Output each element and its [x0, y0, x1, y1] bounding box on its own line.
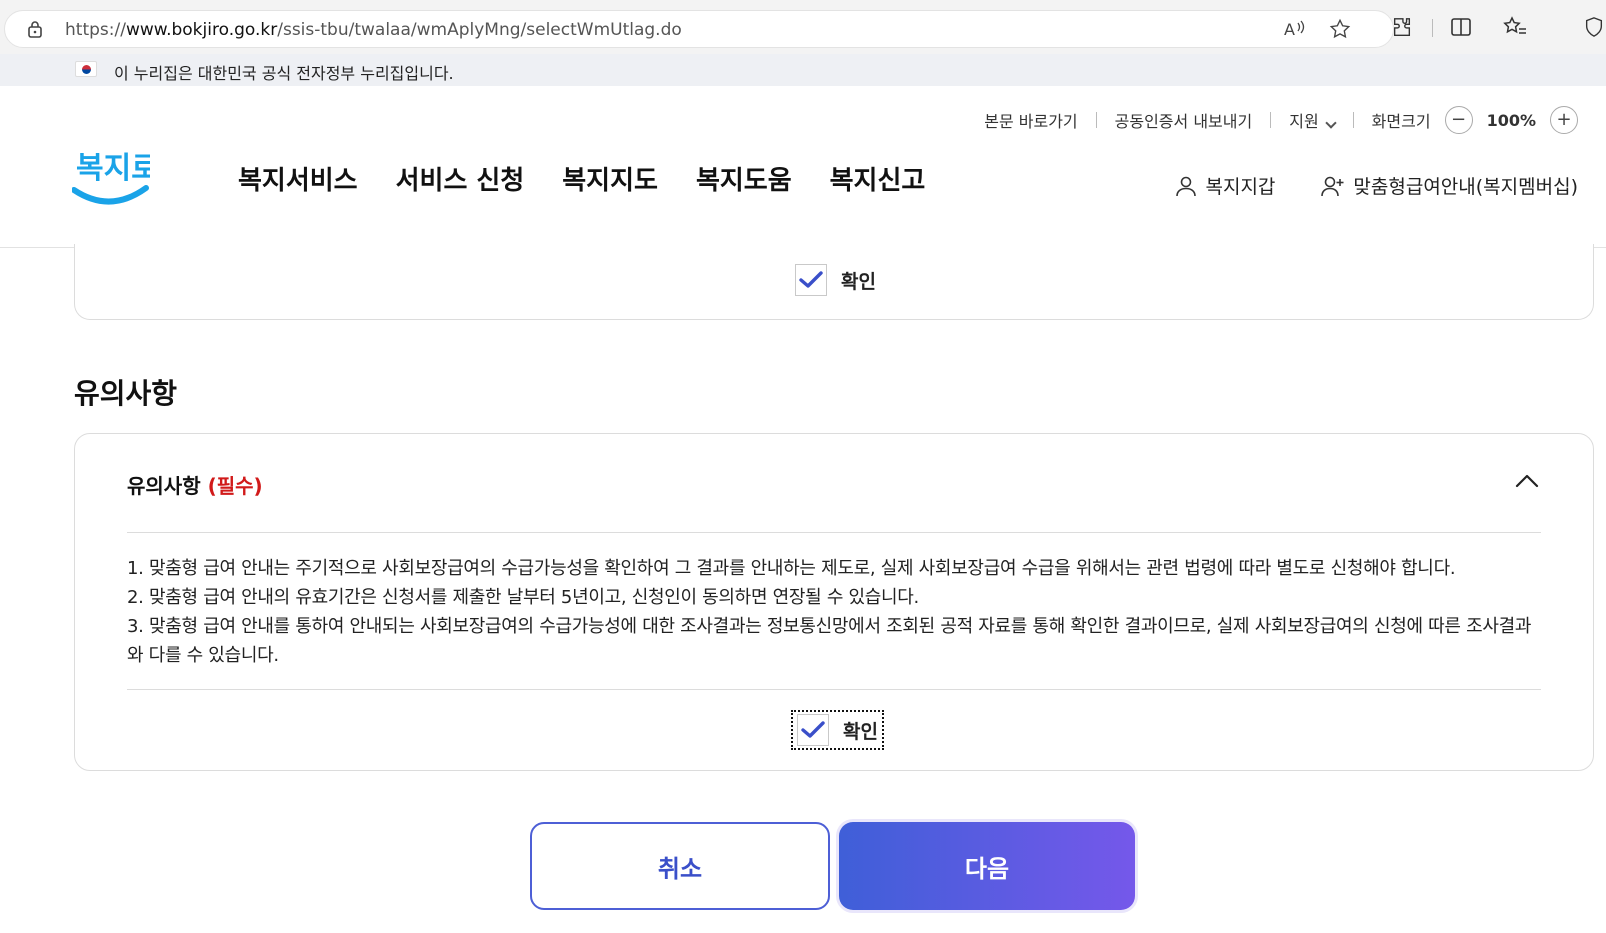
previous-confirm-checkbox[interactable]: 확인 — [795, 264, 876, 296]
nav-welfare-help[interactable]: 복지도움 — [696, 160, 792, 197]
checkmark-icon — [799, 271, 823, 288]
notice-confirm-checkbox[interactable]: 확인 — [791, 710, 884, 750]
header-side-links: 복지지갑 맞춤형급여안내(복지멤버십) — [1175, 172, 1578, 199]
browser-toolbar: https://www.bokjiro.go.kr/ssis-tbu/twala… — [0, 0, 1606, 54]
address-bar[interactable]: https://www.bokjiro.go.kr/ssis-tbu/twala… — [4, 10, 1394, 48]
read-aloud-icon[interactable]: A — [1279, 14, 1309, 44]
bokjiro-logo[interactable]: 복지로 — [72, 144, 150, 210]
welfare-wallet-link[interactable]: 복지지갑 — [1175, 172, 1275, 199]
zoom-out-button[interactable]: − — [1444, 106, 1473, 134]
util-separator — [1270, 112, 1272, 128]
export-cert-link[interactable]: 공동인증서 내보내기 — [1115, 108, 1253, 132]
url-host: www.bokjiro.go.kr — [125, 20, 278, 40]
skip-to-main-link[interactable]: 본문 바로가기 — [984, 108, 1077, 132]
nav-welfare-report[interactable]: 복지신고 — [830, 160, 926, 197]
notice-card: 유의사항 (필수) 1. 맞춤형 급여 안내는 주기적으로 사회보장급여의 수급… — [74, 433, 1594, 771]
url-prefix: https:// — [65, 20, 126, 40]
consent-card-previous: 확인 — [74, 244, 1594, 320]
favorite-star-icon[interactable] — [1325, 14, 1355, 44]
notice-title: 유의사항 (필수) — [127, 470, 263, 499]
support-dropdown[interactable]: 지원 — [1289, 108, 1337, 132]
divider — [127, 532, 1541, 533]
user-plus-icon — [1321, 176, 1344, 196]
notice-item-3: 3. 맞춤형 급여 안내를 통하여 안내되는 사회보장급여의 수급가능성에 대한… — [127, 616, 1532, 666]
notice-title-text: 유의사항 — [127, 474, 201, 498]
checkbox-label: 확인 — [843, 720, 878, 743]
nav-service-apply[interactable]: 서비스 신청 — [396, 160, 525, 197]
util-separator — [1352, 112, 1354, 128]
notice-item-1: 1. 맞춤형 급여 안내는 주기적으로 사회보장급여의 수급가능성을 확인하여 … — [127, 558, 1456, 579]
screen-size-label: 화면크기 — [1371, 112, 1431, 131]
chevron-up-icon[interactable] — [1515, 474, 1539, 488]
url-path: /ssis-tbu/twalaa/wmAplyMng/selectWmUtlag… — [277, 20, 682, 40]
section-title: 유의사항 — [74, 377, 178, 410]
welfare-wallet-label: 복지지갑 — [1205, 176, 1276, 198]
checkbox[interactable] — [795, 264, 827, 296]
main-nav: 복지서비스 서비스 신청 복지지도 복지도움 복지신고 — [238, 160, 925, 197]
util-separator — [1095, 112, 1097, 128]
url-text: https://www.bokjiro.go.kr/ssis-tbu/twala… — [65, 20, 682, 40]
checkmark-icon — [801, 721, 825, 738]
gov-banner-text: 이 누리집은 대한민국 공식 전자정부 누리집입니다. — [114, 64, 454, 83]
gov-banner: 이 누리집은 대한민국 공식 전자정부 누리집입니다. — [0, 54, 1606, 86]
checkbox[interactable] — [797, 714, 829, 746]
support-label: 지원 — [1289, 112, 1319, 131]
browser-essentials-icon[interactable] — [1582, 12, 1606, 42]
next-button[interactable]: 다음 — [839, 822, 1135, 910]
membership-link[interactable]: 맞춤형급여안내(복지멤버십) — [1321, 172, 1578, 199]
divider — [127, 689, 1541, 690]
checkbox-label: 확인 — [841, 270, 876, 293]
logo-text: 복지로 — [76, 151, 150, 186]
chevron-down-icon — [1325, 117, 1337, 129]
extensions-icon[interactable] — [1387, 12, 1417, 42]
korea-flag-icon — [75, 61, 97, 77]
site-header: 본문 바로가기 공동인증서 내보내기 지원 화면크기 − 100% + 복지로 … — [0, 86, 1606, 248]
required-badge: (필수) — [207, 474, 263, 498]
utility-nav: 본문 바로가기 공동인증서 내보내기 지원 화면크기 − 100% + — [984, 106, 1578, 134]
toolbar-separator — [1432, 19, 1433, 37]
favorites-list-icon[interactable] — [1500, 12, 1530, 42]
notice-body: 1. 맞춤형 급여 안내는 주기적으로 사회보장급여의 수급가능성을 확인하여 … — [127, 554, 1547, 670]
nav-welfare-services[interactable]: 복지서비스 — [238, 160, 358, 197]
svg-text:A: A — [1284, 20, 1295, 39]
user-icon — [1176, 176, 1197, 196]
zoom-in-button[interactable]: + — [1550, 106, 1578, 134]
cancel-button[interactable]: 취소 — [530, 822, 830, 910]
split-screen-icon[interactable] — [1446, 12, 1476, 42]
notice-item-2: 2. 맞춤형 급여 안내의 유효기간은 신청서를 제출한 날부터 5년이고, 신… — [127, 587, 919, 608]
zoom-value: 100% — [1486, 110, 1536, 130]
membership-label: 맞춤형급여안내(복지멤버십) — [1353, 176, 1578, 198]
lock-icon — [28, 21, 42, 38]
nav-welfare-map[interactable]: 복지지도 — [562, 160, 658, 197]
